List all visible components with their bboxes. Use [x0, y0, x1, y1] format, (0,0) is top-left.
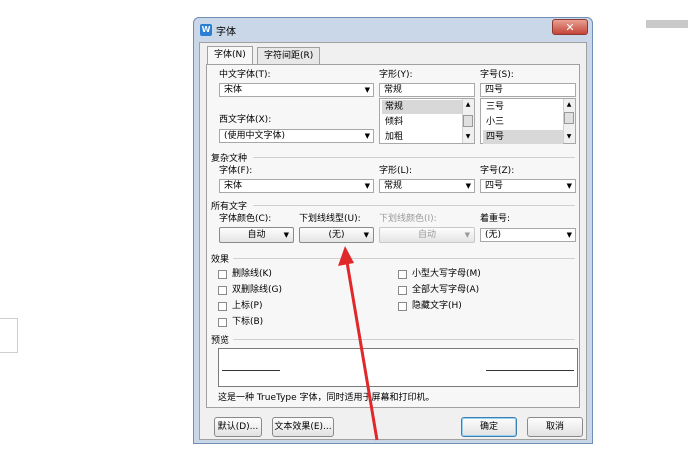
annotation-arrow-shaft — [345, 261, 379, 441]
annotation-arrow-icon — [338, 246, 379, 441]
annotation-arrow-head — [338, 246, 354, 266]
